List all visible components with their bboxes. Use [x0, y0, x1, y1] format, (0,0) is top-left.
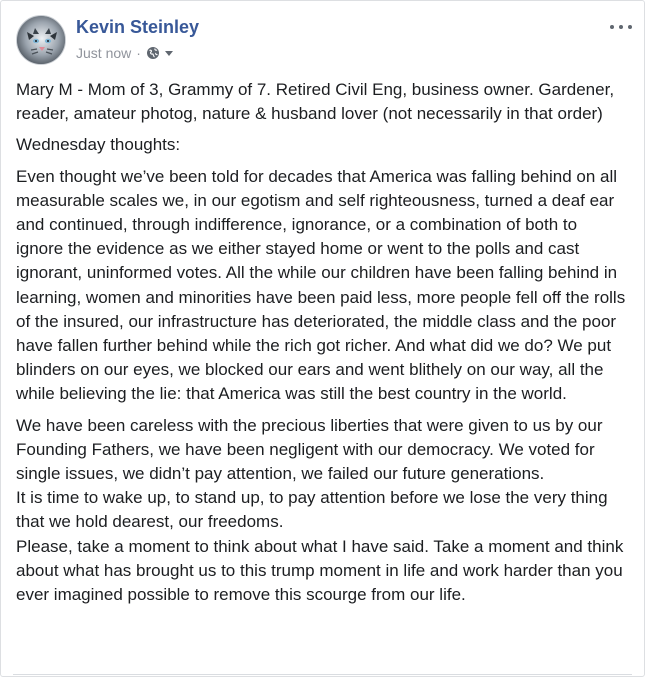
post-line: We have been careless with the precious … — [16, 415, 603, 484]
post-paragraph: Mary M - Mom of 3, Grammy of 7. Retired … — [16, 80, 615, 124]
globe-icon[interactable] — [146, 46, 160, 60]
post-header: Kevin Steinley Just now · — [16, 15, 632, 65]
author-name-link[interactable]: Kevin Steinley — [76, 17, 199, 38]
author-avatar[interactable] — [16, 15, 66, 65]
more-dot-icon — [610, 25, 614, 29]
more-dot-icon — [619, 25, 623, 29]
post-divider — [13, 674, 632, 675]
post-line: It is time to wake up, to stand up, to p… — [16, 488, 608, 532]
post-body: Mary M - Mom of 3, Grammy of 7. Retired … — [16, 78, 628, 614]
tiger-avatar-icon — [17, 16, 65, 64]
more-dot-icon — [628, 25, 632, 29]
post-meta: Just now · — [76, 45, 174, 61]
post-timestamp[interactable]: Just now — [76, 45, 131, 61]
post-paragraph: Wednesday thoughts: — [16, 135, 181, 155]
meta-separator: · — [136, 45, 141, 61]
privacy-dropdown-chevron-icon[interactable] — [164, 48, 174, 58]
post-final-section: We have been careless with the precious … — [16, 414, 628, 608]
post-card: Kevin Steinley Just now · Mary M - Mom o… — [0, 0, 645, 677]
post-paragraph: Even thought we’ve been told for decades… — [16, 166, 626, 404]
post-line: Please, take a moment to think about wha… — [16, 536, 624, 605]
post-options-button[interactable] — [610, 19, 632, 35]
